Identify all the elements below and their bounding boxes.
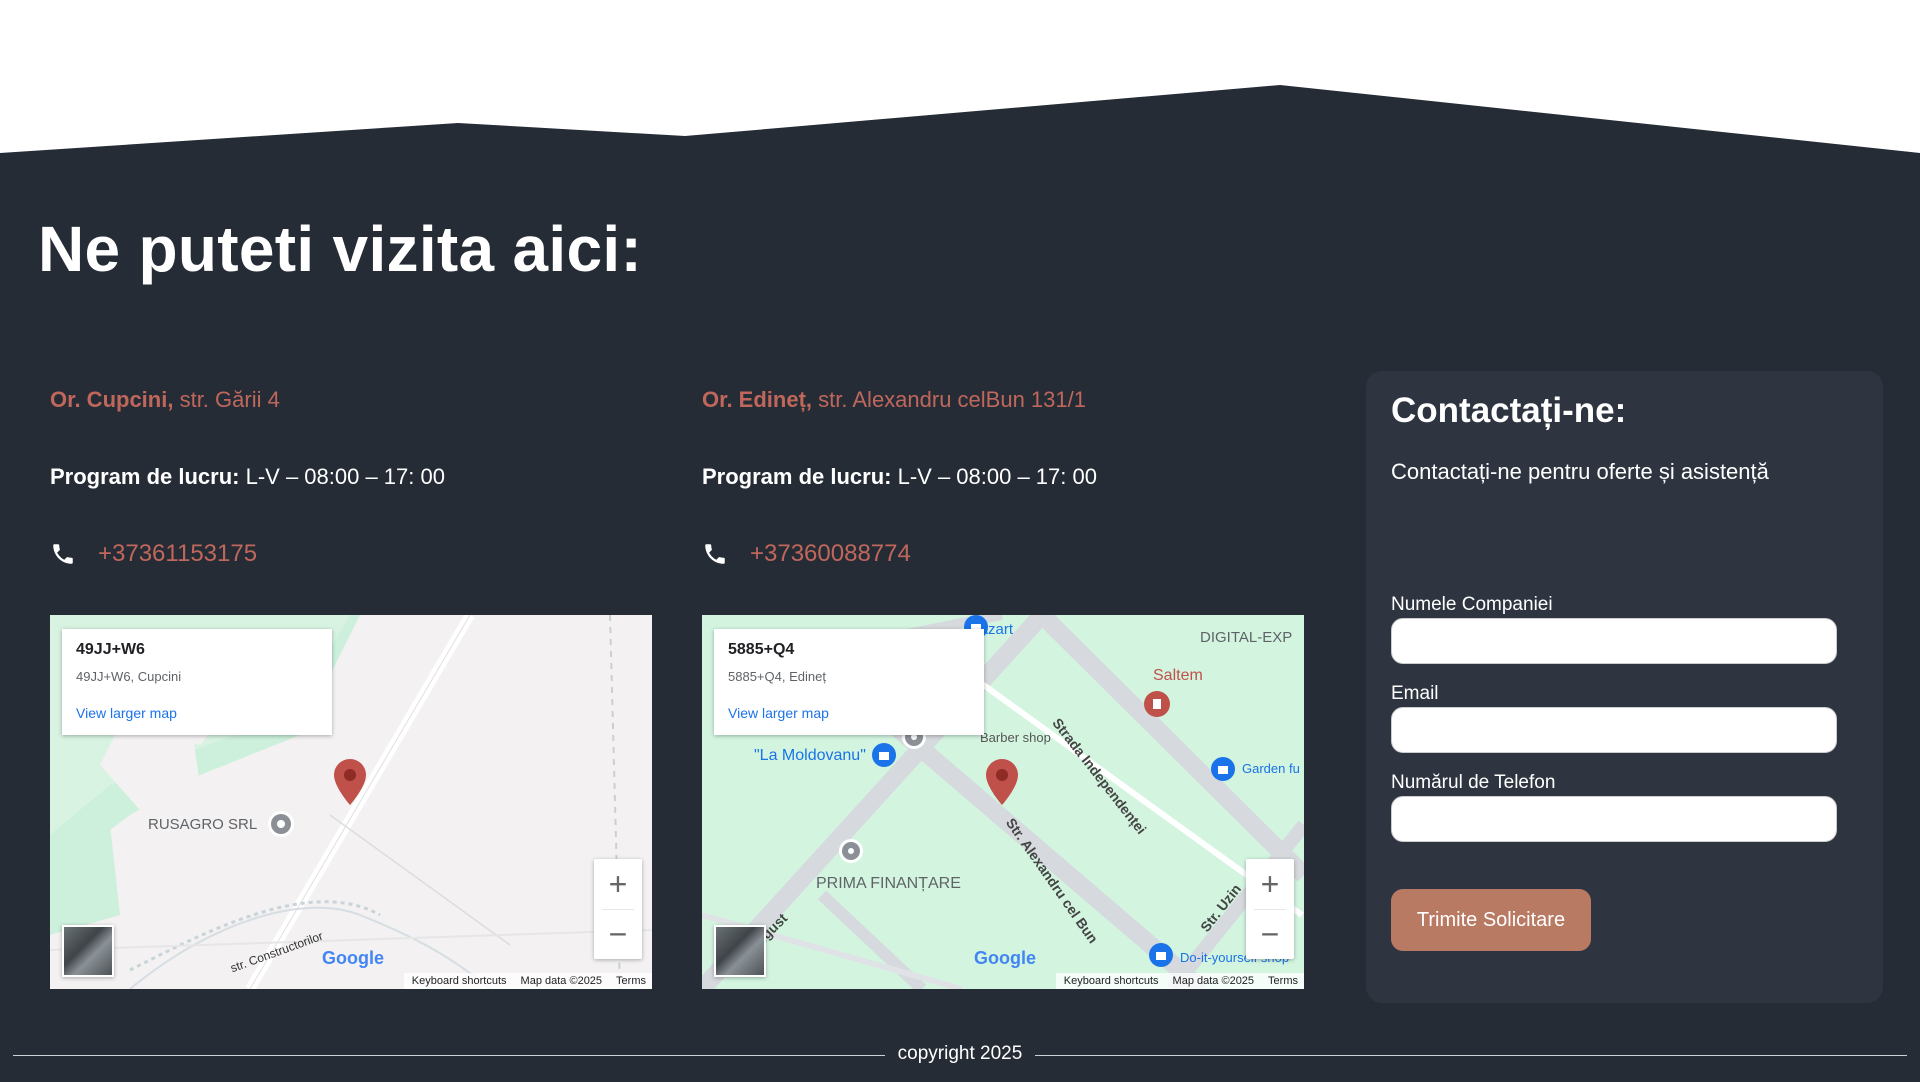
email-label: Email <box>1391 683 1439 704</box>
company-name-input[interactable] <box>1391 618 1837 664</box>
zoom-out-icon[interactable]: − <box>1246 909 1294 959</box>
phone-number-input[interactable] <box>1391 796 1837 842</box>
plus-code-address: 5885+Q4, Edineț <box>728 669 826 684</box>
terms-link[interactable]: Terms <box>616 975 646 987</box>
map-label-la-moldovanu: "La Moldovanu" <box>754 747 866 764</box>
plus-code-address: 49JJ+W6, Cupcini <box>76 669 182 684</box>
plus-code: 5885+Q4 <box>728 641 795 658</box>
city-name: Or. Edineț, <box>702 387 813 412</box>
submit-request-button[interactable]: Trimite Solicitare <box>1391 889 1591 951</box>
phone-icon <box>705 544 725 564</box>
phone-link[interactable]: +37360088774 <box>750 540 911 568</box>
map-label-prima-finantare: PRIMA FINANȚARE <box>816 875 961 892</box>
view-larger-map-link[interactable]: View larger map <box>728 705 829 721</box>
copyright-text: copyright 2025 <box>897 1043 1023 1064</box>
map-attribution: Keyboard shortcuts Map data ©2025 Terms <box>1055 973 1304 989</box>
phone-icon <box>53 544 73 564</box>
map-label-garden: Garden fu <box>1242 761 1300 776</box>
hours-label: Program de lucru: <box>50 464 240 489</box>
phone-row-edinet: +37360088774 <box>702 540 911 568</box>
map-data-text: Map data ©2025 <box>520 975 603 987</box>
zoom-in-icon[interactable]: + <box>1246 859 1294 909</box>
hours-value: L-V – 08:00 – 17: 00 <box>239 464 445 489</box>
shop-icon <box>1211 757 1235 781</box>
street-name: str. Gării 4 <box>173 387 280 412</box>
map-pin-icon <box>986 759 1018 805</box>
working-hours-edinet: Program de lucru: L-V – 08:00 – 17: 00 <box>702 464 1097 490</box>
phone-number-label: Numărul de Telefon <box>1391 772 1556 793</box>
contact-title: Contactați-ne: <box>1391 391 1627 430</box>
map-attribution: Keyboard shortcuts Map data ©2025 Terms <box>403 973 652 989</box>
shop-icon <box>1149 943 1173 967</box>
keyboard-shortcuts-link[interactable]: Keyboard shortcuts <box>412 975 507 987</box>
map-pin-icon <box>334 759 366 805</box>
map-info-card: 5885+Q4 5885+Q4, Edineț View larger map <box>714 629 984 735</box>
zoom-out-icon[interactable]: − <box>594 909 642 959</box>
map-label-digital-exp: DIGITAL-EXP <box>1200 629 1293 646</box>
company-name-label: Numele Companiei <box>1391 594 1553 615</box>
shop-icon <box>872 743 896 767</box>
view-larger-map-link[interactable]: View larger map <box>76 705 177 721</box>
poi-icon <box>839 839 863 863</box>
location-address-cupcini: Or. Cupcini, str. Gării 4 <box>50 387 280 413</box>
plus-code: 49JJ+W6 <box>76 641 145 658</box>
zoom-divider <box>1254 909 1286 910</box>
map-cupcini[interactable]: RUSAGRO SRL str. Constructorilor 49JJ+W6… <box>50 615 652 989</box>
zoom-controls: + − <box>594 859 642 959</box>
map-info-card: 49JJ+W6 49JJ+W6, Cupcini View larger map <box>62 629 332 735</box>
google-logo: Google <box>322 948 384 968</box>
zoom-divider <box>602 909 634 910</box>
phone-row-cupcini: +37361153175 <box>50 540 257 568</box>
contact-subtitle: Contactați-ne pentru oferte și asistență <box>1391 459 1769 484</box>
map-label-barber: Barber shop <box>980 730 1051 745</box>
keyboard-shortcuts-link[interactable]: Keyboard shortcuts <box>1064 975 1159 987</box>
satellite-icon[interactable] <box>714 925 766 977</box>
zoom-controls: + − <box>1246 859 1294 959</box>
map-data-text: Map data ©2025 <box>1172 975 1255 987</box>
street-name: str. Alexandru celBun 131/1 <box>812 387 1086 412</box>
terms-link[interactable]: Terms <box>1268 975 1298 987</box>
map-edinet[interactable]: Azart DIGITAL-EXP Saltem Barber shop "La… <box>702 615 1304 989</box>
location-address-edinet: Or. Edineț, str. Alexandru celBun 131/1 <box>702 387 1086 413</box>
poi-icon <box>268 811 294 837</box>
contact-panel: Contactați-ne: Contactați-ne pentru ofer… <box>1366 371 1883 1003</box>
map-label-saltem: Saltem <box>1153 667 1203 684</box>
city-name: Or. Cupcini, <box>50 387 174 412</box>
map-label-rusagro: RUSAGRO SRL <box>148 816 258 833</box>
zoom-in-icon[interactable]: + <box>594 859 642 909</box>
section-title: Ne puteti vizita aici: <box>38 213 643 285</box>
hours-label: Program de lucru: <box>702 464 892 489</box>
satellite-icon[interactable] <box>62 925 114 977</box>
working-hours-cupcini: Program de lucru: L-V – 08:00 – 17: 00 <box>50 464 445 490</box>
email-input[interactable] <box>1391 707 1837 753</box>
google-logo: Google <box>974 948 1036 968</box>
pharmacy-icon <box>1144 691 1170 717</box>
phone-link[interactable]: +37361153175 <box>98 540 257 568</box>
hours-value: L-V – 08:00 – 17: 00 <box>891 464 1097 489</box>
